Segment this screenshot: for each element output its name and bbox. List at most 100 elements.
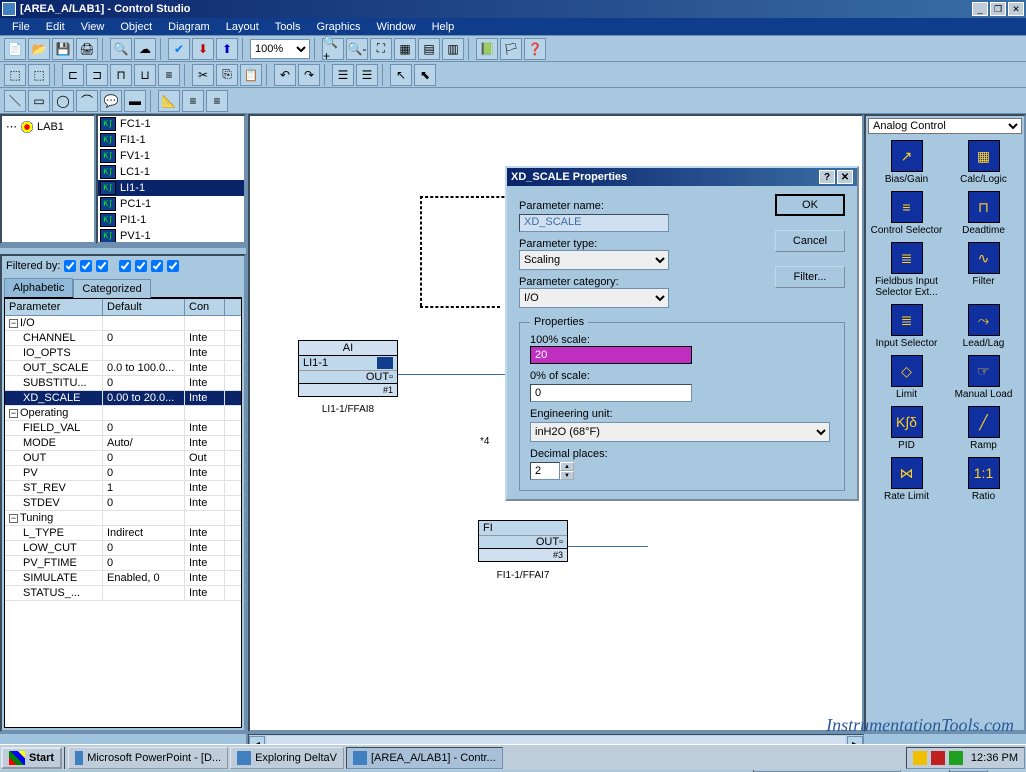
palette-item-lead-lag[interactable]: ⤳Lead/Lag <box>947 304 1020 349</box>
param-row-STDEV[interactable]: STDEV0Inte <box>5 496 241 511</box>
align1-icon[interactable]: ⊏ <box>62 64 84 86</box>
line-tool-icon[interactable]: ＼ <box>4 90 26 112</box>
menu-help[interactable]: Help <box>424 19 463 35</box>
palette-item-input-selector[interactable]: ≣Input Selector <box>870 304 943 349</box>
print-icon[interactable]: 🖨 <box>76 38 98 60</box>
tray-icon-3[interactable] <box>949 751 963 765</box>
align2-icon[interactable]: ⊐ <box>86 64 108 86</box>
filter-cb5[interactable] <box>135 260 147 272</box>
palette-category-select[interactable]: Analog Control <box>868 118 1022 134</box>
module-list[interactable]: K∫FC1-1K∫FI1-1K∫FV1-1K∫LC1-1K∫LI1-1K∫PC1… <box>96 114 246 244</box>
list1-icon[interactable]: ☰ <box>332 64 354 86</box>
module-item-PV1-1[interactable]: K∫PV1-1 <box>98 228 244 244</box>
layer1-icon[interactable]: 📐 <box>158 90 180 112</box>
save-icon[interactable]: 💾 <box>52 38 74 60</box>
param-group-I/O[interactable]: −I/O <box>5 316 241 331</box>
taskbar-task-0[interactable]: Microsoft PowerPoint - [D... <box>68 747 228 769</box>
palette-item-pid[interactable]: K∫δPID <box>870 406 943 451</box>
palette-item-manual-load[interactable]: ☞Manual Load <box>947 355 1020 400</box>
new-icon[interactable]: 📄 <box>4 38 26 60</box>
align-center-icon[interactable]: ⬚ <box>28 64 50 86</box>
close-button[interactable]: ✕ <box>1008 2 1024 16</box>
module-item-PC1-1[interactable]: K∫PC1-1 <box>98 196 244 212</box>
palette-item-control-selector[interactable]: ≡Control Selector <box>870 191 943 236</box>
grid-header-default[interactable]: Default <box>103 299 185 315</box>
param-group-Operating[interactable]: −Operating <box>5 406 241 421</box>
list2-icon[interactable]: ☰ <box>356 64 378 86</box>
tray-icon-2[interactable] <box>931 751 945 765</box>
menu-edit[interactable]: Edit <box>38 19 73 35</box>
tree-pane[interactable]: ⋯ LAB1 <box>0 114 96 244</box>
tab-alphabetic[interactable]: Alphabetic <box>4 278 73 297</box>
param-cat-select[interactable]: I/O <box>519 288 669 308</box>
block-ai[interactable]: AI LI1-1 OUT▫ #1 <box>298 340 398 397</box>
param-row-LOW_CUT[interactable]: LOW_CUT0Inte <box>5 541 241 556</box>
palette-item-ratio[interactable]: 1:1Ratio <box>947 457 1020 502</box>
filter-cb1[interactable] <box>64 260 76 272</box>
palette-item-ramp[interactable]: ╱Ramp <box>947 406 1020 451</box>
scale0-input[interactable] <box>530 384 692 402</box>
pointer-icon[interactable]: ↖ <box>390 64 412 86</box>
palette-item-calc-logic[interactable]: ▦Calc/Logic <box>947 140 1020 185</box>
undo-icon[interactable]: ↶ <box>274 64 296 86</box>
cloud-icon[interactable]: ☁ <box>134 38 156 60</box>
palette-item-filter[interactable]: ∿Filter <box>947 242 1020 298</box>
param-row-SIMULATE[interactable]: SIMULATEEnabled, 0Inte <box>5 571 241 586</box>
module-item-PI1-1[interactable]: K∫PI1-1 <box>98 212 244 228</box>
layer3-icon[interactable]: ≡ <box>206 90 228 112</box>
menu-object[interactable]: Object <box>112 19 160 35</box>
find-icon[interactable]: 🔍 <box>110 38 132 60</box>
dp-spin-up[interactable]: ▲ <box>560 462 574 471</box>
start-button[interactable]: Start <box>1 747 62 769</box>
menu-file[interactable]: File <box>4 19 38 35</box>
maximize-button[interactable]: ❐ <box>990 2 1006 16</box>
param-row-PV[interactable]: PV0Inte <box>5 466 241 481</box>
pointer2-icon[interactable]: ⬉ <box>414 64 436 86</box>
param-row-XD_SCALE[interactable]: XD_SCALE0.00 to 20.0...Inte <box>5 391 241 406</box>
menu-window[interactable]: Window <box>368 19 423 35</box>
align5-icon[interactable]: ≡ <box>158 64 180 86</box>
align-left-icon[interactable]: ⬚ <box>4 64 26 86</box>
open-icon[interactable]: 📂 <box>28 38 50 60</box>
check-icon[interactable]: ✔ <box>168 38 190 60</box>
box-tool-icon[interactable]: ▬ <box>124 90 146 112</box>
palette-item-deadtime[interactable]: ⊓Deadtime <box>947 191 1020 236</box>
flag-icon[interactable]: 🏳 <box>500 38 522 60</box>
cancel-button[interactable]: Cancel <box>775 230 845 252</box>
param-row-CHANNEL[interactable]: CHANNEL0Inte <box>5 331 241 346</box>
up-icon[interactable]: ⬆ <box>216 38 238 60</box>
align4-icon[interactable]: ⊔ <box>134 64 156 86</box>
rect-tool-icon[interactable]: ▭ <box>28 90 50 112</box>
param-row-FIELD_VAL[interactable]: FIELD_VAL0Inte <box>5 421 241 436</box>
menu-graphics[interactable]: Graphics <box>308 19 368 35</box>
scale100-input[interactable] <box>530 346 692 364</box>
zoom-in-icon[interactable]: 🔍+ <box>322 38 344 60</box>
help-icon[interactable]: ❓ <box>524 38 546 60</box>
copy-icon[interactable]: ⎘ <box>216 64 238 86</box>
dp-input[interactable] <box>530 462 560 480</box>
param-group-Tuning[interactable]: −Tuning <box>5 511 241 526</box>
cut-icon[interactable]: ✂ <box>192 64 214 86</box>
filter-cb4[interactable] <box>119 260 131 272</box>
grid2-icon[interactable]: ▤ <box>418 38 440 60</box>
dp-spin-down[interactable]: ▼ <box>560 471 574 480</box>
grid1-icon[interactable]: ▦ <box>394 38 416 60</box>
eu-select[interactable]: inH2O (68°F) <box>530 422 830 442</box>
param-row-OUT_SCALE[interactable]: OUT_SCALE0.0 to 100.0...Inte <box>5 361 241 376</box>
menu-layout[interactable]: Layout <box>218 19 267 35</box>
module-item-FI1-1[interactable]: K∫FI1-1 <box>98 132 244 148</box>
filter-cb6[interactable] <box>151 260 163 272</box>
ellipse-tool-icon[interactable]: ◯ <box>52 90 74 112</box>
palette-item-limit[interactable]: ◇Limit <box>870 355 943 400</box>
book-icon[interactable]: 📗 <box>476 38 498 60</box>
module-item-LC1-1[interactable]: K∫LC1-1 <box>98 164 244 180</box>
palette-item-fieldbus-input-selector-ext-[interactable]: ≣Fieldbus Input Selector Ext... <box>870 242 943 298</box>
module-item-FV1-1[interactable]: K∫FV1-1 <box>98 148 244 164</box>
system-tray[interactable]: 12:36 PM <box>906 747 1025 769</box>
param-type-select[interactable]: Scaling <box>519 250 669 270</box>
layer2-icon[interactable]: ≡ <box>182 90 204 112</box>
dialog-help-button[interactable]: ? <box>819 170 835 184</box>
align3-icon[interactable]: ⊓ <box>110 64 132 86</box>
module-item-FC1-1[interactable]: K∫FC1-1 <box>98 116 244 132</box>
grid-header-con[interactable]: Con <box>185 299 225 315</box>
